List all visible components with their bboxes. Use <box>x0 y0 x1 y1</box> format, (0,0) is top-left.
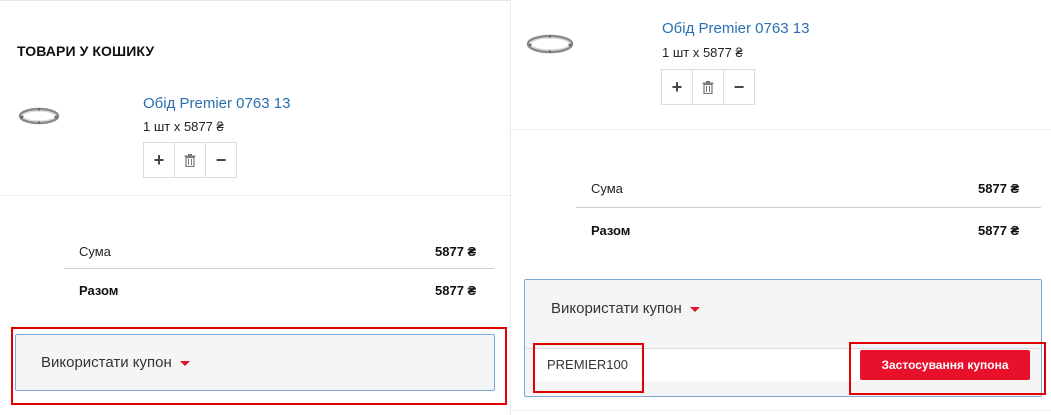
highlight-frame <box>849 342 1046 395</box>
quantity-stepper: + − <box>143 142 237 178</box>
trash-icon <box>702 80 714 94</box>
product-qty-price: 1 шт x 5877 ₴ <box>143 119 224 134</box>
total-label: Разом <box>79 283 119 298</box>
divider <box>511 129 1051 130</box>
sum-label: Сума <box>79 244 111 259</box>
caret-down-icon <box>689 306 700 312</box>
divider <box>0 195 510 196</box>
summary-divider <box>576 207 1041 208</box>
sum-label: Сума <box>591 181 623 196</box>
remove-item-button[interactable] <box>692 70 723 104</box>
quantity-stepper: + − <box>661 69 755 105</box>
product-image[interactable] <box>18 105 60 127</box>
highlight-frame <box>11 327 507 405</box>
cart-panel-left: ТОВАРИ У КОШИКУ Обід Premier 0763 13 1 ш… <box>0 0 511 415</box>
trash-icon <box>184 153 196 167</box>
product-image[interactable] <box>526 32 574 56</box>
summary-divider <box>64 268 494 269</box>
decrease-button[interactable]: − <box>723 70 754 104</box>
decrease-button[interactable]: − <box>205 143 236 177</box>
increase-button[interactable]: + <box>662 70 692 104</box>
cart-panel-right: Обід Premier 0763 13 1 шт x 5877 ₴ + − С… <box>511 0 1051 415</box>
divider <box>511 410 1051 411</box>
highlight-frame <box>533 343 644 393</box>
sum-value: 5877 ₴ <box>978 181 1020 196</box>
remove-item-button[interactable] <box>174 143 205 177</box>
product-qty-price: 1 шт x 5877 ₴ <box>662 45 743 60</box>
divider <box>0 0 510 1</box>
sum-value: 5877 ₴ <box>435 244 477 259</box>
total-value: 5877 ₴ <box>978 223 1020 238</box>
total-label: Разом <box>591 223 631 238</box>
coupon-label: Використати купон <box>551 300 682 317</box>
total-value: 5877 ₴ <box>435 283 477 298</box>
coupon-toggle[interactable]: Використати купон <box>551 300 700 317</box>
product-name-link[interactable]: Обід Premier 0763 13 <box>143 95 290 112</box>
product-name-link[interactable]: Обід Premier 0763 13 <box>662 20 809 37</box>
increase-button[interactable]: + <box>144 143 174 177</box>
cart-title: ТОВАРИ У КОШИКУ <box>17 43 155 59</box>
